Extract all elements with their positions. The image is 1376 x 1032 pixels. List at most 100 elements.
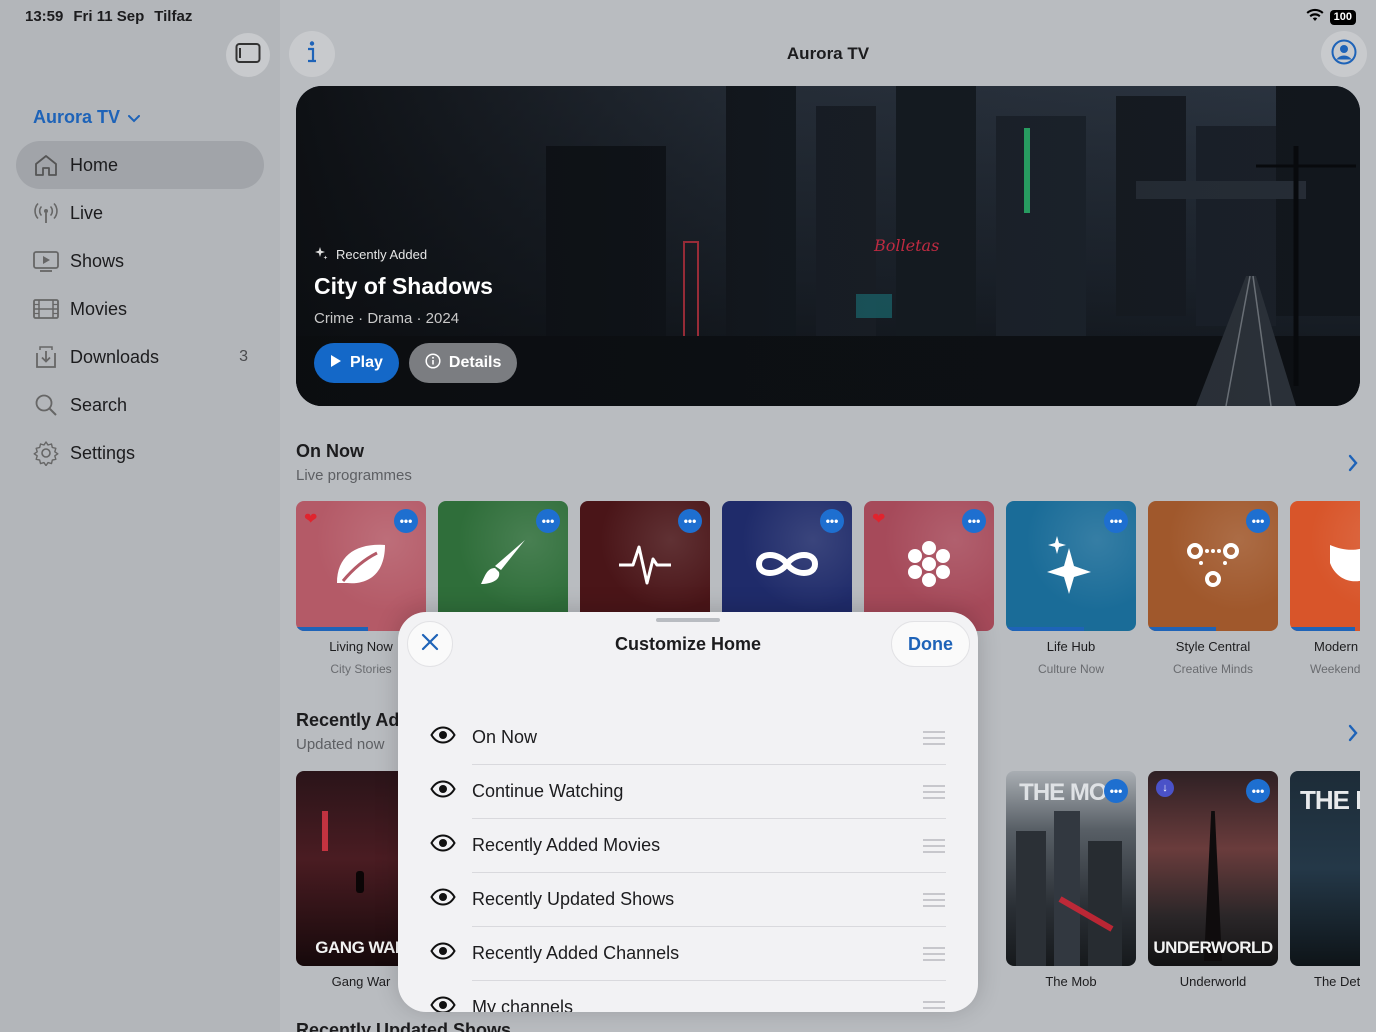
status-time: 13:59 [25, 8, 64, 25]
sidebar-item-home[interactable]: Home [16, 141, 264, 189]
sidebar-item-search[interactable]: Search [16, 381, 264, 429]
details-button[interactable]: Details [408, 343, 518, 383]
film-icon [32, 295, 60, 323]
more-button[interactable]: ••• [1246, 509, 1270, 533]
movie-poster[interactable]: THE MOB ••• The Mob [1006, 771, 1136, 989]
list-item[interactable]: On Now [398, 711, 978, 765]
channel-art: ❤ ••• [296, 501, 426, 631]
eye-icon[interactable] [430, 834, 456, 857]
eye-icon[interactable] [430, 888, 456, 911]
section-subtitle-on-now: Live programmes [296, 467, 412, 484]
list-item[interactable]: My channels [398, 981, 978, 1012]
chevron-right-icon[interactable] [1348, 454, 1358, 477]
downloads-count-badge: 3 [239, 348, 248, 365]
movie-poster[interactable]: THE DETEC The Detective [1290, 771, 1360, 989]
sheet-grabber[interactable] [656, 618, 720, 622]
list-item[interactable]: Recently Added Channels [398, 927, 978, 981]
list-item[interactable]: Recently Updated Shows [398, 873, 978, 927]
sidebar-icon [235, 42, 261, 69]
channel-name: Style Central [1175, 639, 1251, 654]
heart-icon: ❤ [304, 511, 318, 528]
channel-tile[interactable]: ••• Style Central Creative Minds [1148, 501, 1278, 676]
live-progress-bar [296, 627, 368, 631]
drag-handle-icon[interactable] [923, 731, 945, 749]
tv-play-icon [32, 247, 60, 275]
list-item-label: Continue Watching [472, 781, 624, 801]
eye-icon[interactable] [430, 942, 456, 965]
sparkles-icon [1043, 534, 1099, 599]
sidebar-item-live[interactable]: Live [16, 189, 264, 237]
hero-meta: Crime · Drama · 2024 [314, 310, 460, 327]
section-list: On Now Continue Watching Recently Added … [398, 711, 978, 1012]
downloaded-icon: ↓ [1156, 779, 1174, 797]
sidebar-item-downloads[interactable]: Downloads 3 [16, 333, 264, 381]
infinity-icon [751, 544, 823, 589]
sidebar-item-label: Shows [70, 250, 125, 271]
eye-icon[interactable] [430, 780, 456, 803]
play-button[interactable]: Play [314, 343, 399, 383]
movie-poster[interactable]: ••• ↓ UNDERWORLD Underworld [1148, 771, 1278, 989]
more-button[interactable]: ••• [820, 509, 844, 533]
status-bar: 13:59 Fri 11 Sep Tilfaz 100 [0, 0, 1376, 32]
channel-name: Life Hub [1046, 639, 1096, 654]
sidebar-item-label: Search [70, 394, 128, 415]
more-button[interactable]: ••• [678, 509, 702, 533]
info-circle-icon [425, 352, 441, 374]
poster-art: ••• ↓ UNDERWORLD [1148, 771, 1278, 966]
live-progress-bar [1006, 627, 1084, 631]
hero-banner[interactable]: Bolletas Recently Added City of Shadows … [296, 86, 1360, 406]
more-button[interactable]: ••• [536, 509, 560, 533]
drag-handle-icon[interactable] [923, 893, 945, 911]
sidebar-item-label: Settings [70, 442, 136, 463]
movie-title: Underworld [1179, 974, 1247, 989]
movie-title: The Detective [1314, 974, 1360, 989]
live-progress-bar [1148, 627, 1216, 631]
house-icon [32, 151, 60, 179]
sidebar-toggle-button[interactable] [226, 33, 270, 77]
more-button[interactable]: ••• [1104, 779, 1128, 803]
sidebar-item-settings[interactable]: Settings [16, 429, 264, 477]
list-item[interactable]: Recently Added Movies [398, 819, 978, 873]
heart-icon: ❤ [872, 511, 886, 528]
movie-title: The Mob [1045, 974, 1097, 989]
play-button-label: Play [350, 354, 383, 371]
list-item[interactable]: Continue Watching [398, 765, 978, 819]
more-button[interactable]: ••• [394, 509, 418, 533]
channel-art: ••• [1006, 501, 1136, 631]
channel-tile[interactable]: ••• Life Hub Culture Now [1006, 501, 1136, 676]
channel-tile[interactable]: Modern Weekend [1290, 501, 1360, 676]
more-button[interactable]: ••• [1246, 779, 1270, 803]
drag-handle-icon[interactable] [923, 947, 945, 965]
eye-icon[interactable] [430, 996, 456, 1012]
customize-home-sheet: Customize Home Done On Now Continue Watc… [398, 612, 978, 1012]
more-button[interactable]: ••• [962, 509, 986, 533]
paintbrush-icon [475, 536, 531, 597]
profile-button[interactable] [1321, 31, 1367, 77]
drag-handle-icon[interactable] [923, 839, 945, 857]
sidebar-item-shows[interactable]: Shows [16, 237, 264, 285]
poster-art-title: THE DETEC [1300, 785, 1360, 815]
more-button[interactable]: ••• [1104, 509, 1128, 533]
poster-art: THE DETEC [1290, 771, 1360, 966]
hero-badge: Recently Added [314, 246, 517, 263]
chevron-down-icon [128, 107, 141, 128]
list-item-label: On Now [472, 727, 538, 747]
download-tray-icon [32, 343, 60, 371]
flower-icon [899, 534, 959, 599]
chevron-right-icon[interactable] [1348, 724, 1358, 747]
poster-art: THE MOB ••• [1006, 771, 1136, 966]
channel-art: ••• [1148, 501, 1278, 631]
drag-handle-icon[interactable] [923, 785, 945, 803]
section-title-on-now: On Now [296, 441, 364, 461]
channel-art [1290, 501, 1360, 631]
eye-icon[interactable] [430, 726, 456, 749]
app-switcher[interactable]: Aurora TV [33, 107, 141, 128]
sidebar-item-label: Live [70, 202, 104, 223]
sidebar-item-label: Home [70, 154, 119, 175]
details-button-label: Details [448, 354, 502, 371]
play-icon [330, 354, 342, 373]
done-button[interactable]: Done [891, 621, 970, 667]
broadcast-icon [32, 199, 60, 227]
sidebar-item-movies[interactable]: Movies [16, 285, 264, 333]
drag-handle-icon[interactable] [923, 1001, 945, 1012]
